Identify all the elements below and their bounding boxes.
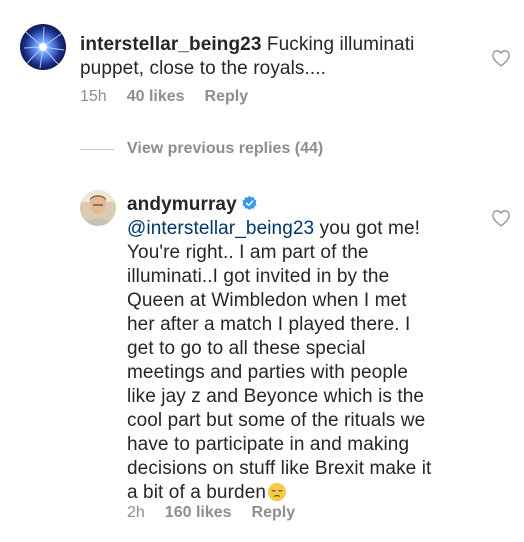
likes-count[interactable]: 160 likes — [165, 504, 232, 521]
timestamp: 15h — [80, 88, 107, 105]
comment-body: andymurray @interstellar_being23 you got… — [127, 193, 437, 505]
reply-button[interactable]: Reply — [252, 504, 296, 521]
view-replies-label: View previous replies (44) — [127, 140, 324, 157]
avatar[interactable] — [80, 190, 116, 226]
plasma-globe-avatar-icon — [20, 24, 66, 70]
heart-outline-icon[interactable] — [491, 209, 511, 227]
reply-button[interactable]: Reply — [205, 88, 249, 105]
person-avatar-icon — [80, 190, 116, 226]
username[interactable]: andymurray — [127, 194, 237, 215]
mention-link[interactable]: @interstellar_being23 — [127, 218, 314, 239]
divider — [80, 148, 114, 150]
pensive-face-emoji-icon — [268, 483, 287, 501]
view-previous-replies-button[interactable]: View previous replies (44) — [80, 140, 323, 158]
comment-body: interstellar_being23 Fucking illuminati … — [80, 33, 460, 81]
likes-count[interactable]: 40 likes — [127, 88, 185, 105]
comment-text: you got me! You're right.. I am part of … — [127, 218, 432, 503]
comment-meta: 15h 40 likes Reply — [80, 88, 268, 106]
verified-badge-icon — [242, 195, 257, 210]
username[interactable]: interstellar_being23 — [80, 34, 262, 55]
avatar[interactable] — [20, 24, 66, 70]
heart-outline-icon[interactable] — [491, 49, 511, 67]
comment-meta: 2h 160 likes Reply — [127, 504, 315, 522]
timestamp: 2h — [127, 504, 145, 521]
